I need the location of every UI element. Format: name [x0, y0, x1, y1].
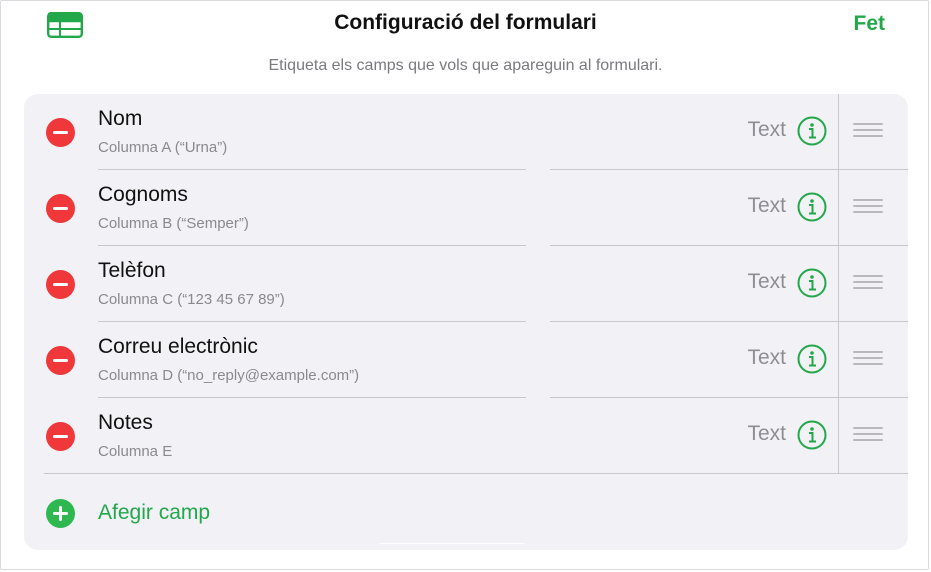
field-name: Telèfon [98, 259, 166, 282]
delete-field-button[interactable] [46, 346, 75, 375]
field-name: Correu electrònic [98, 335, 258, 358]
info-icon[interactable] [797, 116, 827, 146]
field-type[interactable]: Text [747, 194, 786, 218]
delete-field-button[interactable] [46, 194, 75, 223]
field-name: Notes [98, 411, 153, 434]
field-row: Notes Columna E Text [24, 398, 908, 474]
divider [838, 94, 839, 170]
field-row: Nom Columna A (“Urna”) Text [24, 94, 908, 170]
done-button[interactable]: Fet [854, 12, 886, 36]
divider [838, 246, 839, 322]
info-icon[interactable] [797, 192, 827, 222]
info-icon[interactable] [797, 268, 827, 298]
page-title: Configuració del formulari [334, 11, 597, 34]
delete-field-button[interactable] [46, 270, 75, 299]
field-name: Nom [98, 107, 143, 130]
field-column: Columna A (“Urna”) [98, 139, 228, 156]
drag-handle-icon[interactable] [853, 275, 883, 291]
delete-field-button[interactable] [46, 118, 75, 147]
plus-icon [46, 499, 75, 528]
drag-handle-icon[interactable] [853, 199, 883, 215]
field-column: Columna E [98, 443, 173, 460]
divider [838, 322, 839, 398]
field-column: Columna B (“Semper”) [98, 215, 249, 232]
add-field-label: Afegir camp [98, 501, 211, 524]
fields-list: Nom Columna A (“Urna”) Text Cognoms Colu… [24, 94, 908, 550]
field-type[interactable]: Text [747, 118, 786, 142]
field-column: Columna C (“123 45 67 89”) [98, 291, 285, 308]
divider [838, 398, 839, 474]
add-field-button[interactable]: Afegir camp [24, 474, 908, 550]
header: Configuració del formulari Fet [0, 0, 931, 50]
drag-handle-icon[interactable] [853, 427, 883, 443]
field-type[interactable]: Text [747, 346, 786, 370]
divider [838, 170, 839, 246]
field-row: Correu electrònic Columna D (“no_reply@e… [24, 322, 908, 398]
info-icon[interactable] [797, 420, 827, 450]
instructions-text: Etiqueta els camps que vols que aparegui… [268, 57, 663, 74]
drag-handle-icon[interactable] [853, 123, 883, 139]
info-icon[interactable] [797, 344, 827, 374]
field-row: Telèfon Columna C (“123 45 67 89”) Text [24, 246, 908, 322]
field-column: Columna D (“no_reply@example.com”) [98, 367, 360, 384]
divider [380, 543, 524, 544]
field-type[interactable]: Text [747, 422, 786, 446]
field-row: Cognoms Columna B (“Semper”) Text [24, 170, 908, 246]
delete-field-button[interactable] [46, 422, 75, 451]
field-type[interactable]: Text [747, 270, 786, 294]
field-name: Cognoms [98, 183, 188, 206]
drag-handle-icon[interactable] [853, 351, 883, 367]
